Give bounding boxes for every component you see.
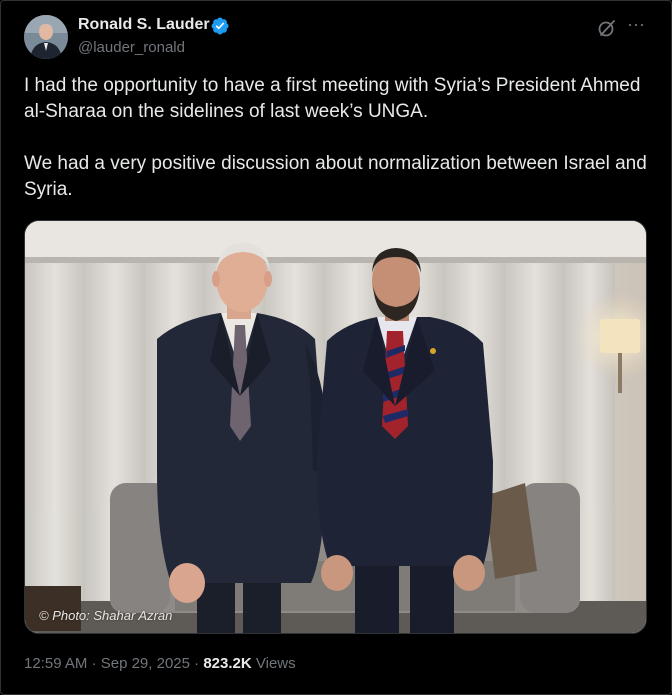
- more-options-icon[interactable]: ···: [625, 15, 647, 37]
- tweet-date[interactable]: Sep 29, 2025: [101, 655, 190, 672]
- tweet-card: Ronald S. Lauder @lauder_ronald ··· I ha…: [0, 0, 672, 695]
- author-handle[interactable]: @lauder_ronald: [78, 39, 185, 56]
- tweet-time[interactable]: 12:59 AM: [24, 655, 87, 672]
- tweet-paragraph: I had the opportunity to have a first me…: [24, 75, 641, 122]
- tweet-photo[interactable]: © Photo: Shahar Azran: [24, 220, 647, 634]
- verified-badge-icon: [211, 17, 229, 35]
- avatar[interactable]: [24, 15, 68, 59]
- views-count: 823.2K: [203, 655, 252, 672]
- photo-credit: © Photo: Shahar Azran: [39, 608, 173, 623]
- grok-icon[interactable]: [597, 18, 617, 38]
- tweet-meta: 12:59 AM · Sep 29, 2025 · 823.2K Views: [24, 655, 296, 672]
- tweet-text: I had the opportunity to have a first me…: [24, 73, 649, 203]
- author-name[interactable]: Ronald S. Lauder: [78, 16, 210, 34]
- tweet-paragraph: We had a very positive discussion about …: [24, 153, 647, 200]
- views-label: Views: [255, 655, 296, 672]
- meta-separator: ·: [91, 655, 97, 672]
- meta-separator: ·: [194, 655, 200, 672]
